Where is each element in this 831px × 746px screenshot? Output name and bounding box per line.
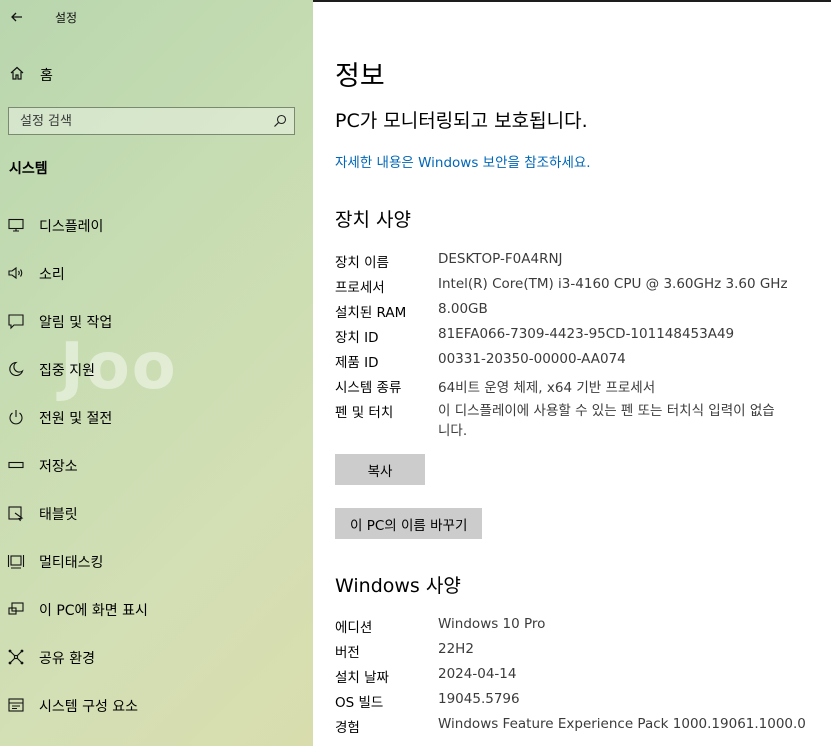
sidebar-item-focus-assist[interactable]: 집중 지원	[0, 352, 313, 386]
device-specs-heading: 장치 사양	[335, 209, 411, 231]
sidebar-item-power[interactable]: 전원 및 절전	[0, 400, 313, 434]
spec-label: OS 빌드	[335, 695, 384, 711]
sidebar-item-label: 시스템 구성 요소	[39, 699, 139, 715]
spec-label: 설치 날짜	[335, 670, 389, 686]
spec-row-edition: 에디션 Windows 10 Pro	[335, 616, 825, 640]
spec-label: 제품 ID	[335, 355, 379, 371]
spec-row-experience: 경험 Windows Feature Experience Pack 1000.…	[335, 716, 825, 740]
project-icon	[7, 600, 25, 618]
sidebar-item-home[interactable]: 홈	[0, 60, 313, 88]
spec-value: DESKTOP-F0A4RNJ	[438, 251, 563, 267]
spec-value: 2024-04-14	[438, 666, 517, 682]
notification-icon	[7, 312, 25, 330]
shared-icon	[7, 648, 25, 666]
sidebar-item-display[interactable]: 디스플레이	[0, 208, 313, 242]
sidebar-item-tablet[interactable]: 태블릿	[0, 496, 313, 530]
home-label: 홈	[40, 68, 53, 84]
back-button[interactable]	[6, 6, 28, 28]
protection-status: PC가 모니터링되고 보호됩니다.	[335, 110, 588, 132]
spec-label: 장치 ID	[335, 330, 379, 346]
spec-row-install-date: 설치 날짜 2024-04-14	[335, 666, 825, 690]
sidebar-item-label: 멀티태스킹	[39, 555, 104, 571]
sidebar-item-label: 이 PC에 화면 표시	[39, 603, 148, 619]
spec-label: 에디션	[335, 620, 373, 636]
sidebar-item-storage[interactable]: 저장소	[0, 448, 313, 482]
spec-value: Intel(R) Core(TM) i3-4160 CPU @ 3.60GHz …	[438, 276, 788, 292]
page-title: 정보	[335, 61, 385, 92]
multitasking-icon	[7, 552, 25, 570]
spec-label: 설치된 RAM	[335, 305, 407, 321]
spec-value: 19045.5796	[438, 691, 520, 707]
windows-security-link[interactable]: 자세한 내용은 Windows 보안을 참조하세요.	[335, 151, 591, 171]
settings-search	[8, 107, 295, 135]
sidebar-item-multitasking[interactable]: 멀티태스킹	[0, 544, 313, 578]
spec-value: 22H2	[438, 641, 474, 657]
spec-row-system-type: 시스템 종류 64비트 운영 체제, x64 기반 프로세서	[335, 376, 825, 400]
sidebar-item-system-components[interactable]: 시스템 구성 요소	[0, 688, 313, 722]
spec-value: 8.00GB	[438, 301, 488, 317]
storage-icon	[7, 456, 25, 474]
spec-label: 시스템 종류	[335, 380, 402, 396]
spec-row-ram: 설치된 RAM 8.00GB	[335, 301, 825, 325]
sidebar-item-label: 공유 환경	[39, 651, 95, 667]
spec-row-processor: 프로세서 Intel(R) Core(TM) i3-4160 CPU @ 3.6…	[335, 276, 825, 300]
sidebar-item-project-to-pc[interactable]: 이 PC에 화면 표시	[0, 592, 313, 626]
spec-row-device-id: 장치 ID 81EFA066-7309-4423-95CD-101148453A…	[335, 326, 825, 350]
spec-label: 장치 이름	[335, 255, 389, 271]
spec-row-version: 버전 22H2	[335, 641, 825, 665]
main-content: 정보 PC가 모니터링되고 보호됩니다. 자세한 내용은 Windows 보안을…	[313, 0, 831, 746]
sidebar-item-label: 집중 지원	[39, 363, 95, 379]
window-top-border	[313, 0, 831, 2]
sidebar-item-label: 전원 및 절전	[39, 411, 113, 427]
spec-row-pen-touch: 펜 및 터치 이 디스플레이에 사용할 수 있는 펜 또는 터치식 입력이 없습…	[335, 401, 825, 445]
power-icon	[7, 408, 25, 426]
spec-value: Windows Feature Experience Pack 1000.190…	[438, 716, 806, 732]
spec-row-os-build: OS 빌드 19045.5796	[335, 691, 825, 715]
windows-specs-heading: Windows 사양	[335, 575, 461, 597]
spec-label: 펜 및 터치	[335, 405, 394, 421]
spec-row-device-name: 장치 이름 DESKTOP-F0A4RNJ	[335, 251, 825, 275]
spec-row-product-id: 제품 ID 00331-20350-00000-AA074	[335, 351, 825, 375]
spec-label: 버전	[335, 645, 360, 661]
back-arrow-icon	[11, 12, 22, 22]
tablet-icon	[7, 504, 25, 522]
home-icon	[9, 65, 25, 81]
sidebar-item-sound[interactable]: 소리	[0, 256, 313, 290]
title-bar: 설정	[0, 0, 313, 34]
spec-value: 00331-20350-00000-AA074	[438, 351, 626, 367]
sidebar-item-label: 태블릿	[39, 507, 78, 523]
sidebar-item-label: 디스플레이	[39, 219, 104, 235]
sidebar-item-notifications[interactable]: 알림 및 작업	[0, 304, 313, 338]
sidebar-item-label: 소리	[39, 267, 65, 283]
spec-label: 경험	[335, 720, 360, 736]
spec-value: 64비트 운영 체제, x64 기반 프로세서	[438, 380, 656, 396]
copy-button[interactable]: 복사	[335, 454, 425, 485]
spec-value: Windows 10 Pro	[438, 616, 546, 632]
sidebar-item-label: 저장소	[39, 459, 78, 475]
rename-pc-button[interactable]: 이 PC의 이름 바꾸기	[335, 508, 483, 539]
app-title: 설정	[55, 11, 78, 25]
search-input[interactable]	[9, 108, 270, 134]
spec-label: 프로세서	[335, 280, 385, 296]
speaker-icon	[7, 264, 25, 282]
components-icon	[7, 696, 25, 714]
sidebar: Joo 설정 홈 시스템 디스플레이 소리 알림 및 작업 집중 지원	[0, 0, 313, 746]
moon-icon	[7, 360, 25, 378]
sidebar-item-shared-experiences[interactable]: 공유 환경	[0, 640, 313, 674]
spec-value: 81EFA066-7309-4423-95CD-101148453A49	[438, 326, 735, 342]
display-icon	[7, 216, 25, 234]
section-title: 시스템	[9, 161, 48, 177]
sidebar-item-label: 알림 및 작업	[39, 315, 113, 331]
spec-value: 이 디스플레이에 사용할 수 있는 펜 또는 터치식 입력이 없습니다.	[438, 403, 775, 439]
search-icon[interactable]	[272, 113, 288, 129]
